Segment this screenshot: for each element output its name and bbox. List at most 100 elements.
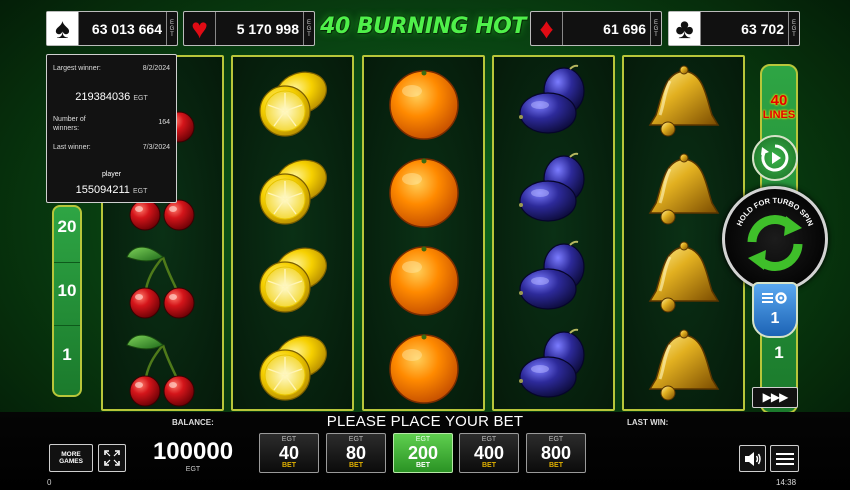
orange-icon [388,246,459,316]
bet-label: BET [549,462,563,469]
balance-value: 100000 [152,438,234,465]
bell-icon [648,329,719,401]
lemon-icon [258,159,327,225]
autoplay-icon [761,144,789,172]
bell-icon [648,241,719,313]
orange-icon [388,70,459,140]
cherry-symbol [103,323,222,411]
reel-3 [362,55,485,411]
bet-value: 80 [345,443,367,463]
orange-symbol [364,235,483,323]
egt-badge: EGT [650,12,661,45]
plum-symbol [494,235,613,323]
egt-badge: EGT [303,12,314,45]
line-number-right: 1 [774,343,784,362]
tooltip-value: 7/3/2024 [142,144,170,151]
sound-button[interactable] [739,445,766,472]
plum-symbol [494,59,613,147]
bell-icon [648,153,719,225]
lemon-symbol [233,59,352,147]
bet-button-80[interactable]: EGT 80 BET [326,433,386,473]
status-message: PLEASE PLACE YOUR BET [326,413,524,430]
line-number[interactable]: 10 [54,281,80,301]
tooltip-value: 164 [158,119,170,126]
plum-icon [518,152,585,222]
heart-icon: ♥ [184,12,216,45]
speaker-icon [744,451,761,466]
plum-icon [518,64,585,134]
bell-icon [648,65,719,137]
currency-label: EGT [132,188,148,195]
player-label: player [101,171,122,178]
egt-badge: EGT [788,12,799,45]
lines-word: LINES [762,109,796,121]
jackpot-heart: ♥ 5 170 998 EGT [183,11,315,46]
tooltip-value: 8/2/2024 [142,65,170,72]
bet-button-200[interactable]: EGT 200 BET [393,433,453,473]
orange-symbol [364,59,483,147]
bet-button-400[interactable]: EGT 400 BET [459,433,519,473]
credit-counter: 0 [47,478,52,487]
orange-icon [388,334,459,404]
bet-value: 800 [540,443,572,463]
jackpot-amount: 5 170 998 [236,20,299,37]
hamburger-icon [775,452,794,465]
cherry-symbol [103,235,222,323]
more-games-button[interactable]: MORE GAMES [49,444,93,472]
bet-label: BET [349,462,363,469]
fullscreen-button[interactable] [98,444,126,472]
currency-label: EGT [133,95,148,102]
line-number[interactable]: 1 [54,345,80,365]
cherry-icon [125,334,194,407]
bell-symbol [624,59,743,147]
lemon-symbol [233,235,352,323]
lemon-icon [258,71,327,137]
jackpot-club: ♣ 63 702 EGT [668,11,800,46]
largest-win-value: 219384036 [75,91,131,103]
more-games-label: MORE GAMES [59,451,83,465]
jackpot-amount: 61 696 [603,20,646,37]
game-logo: 40 BURNING HOT [320,14,526,39]
plum-icon [518,240,585,310]
lemon-symbol [233,147,352,235]
line-counter-left: 20 10 1 [52,205,82,397]
egt-badge: EGT [166,12,177,45]
jackpot-diamond: ♦ 61 696 EGT [530,11,662,46]
jackpot-amount: 63 013 664 [91,20,162,37]
spade-icon: ♠ [47,12,79,45]
game-screen: ♠ 63 013 664 EGT ♥ 5 170 998 EGT 40 BURN… [0,0,850,490]
tooltip-label: Number of winners: [53,116,86,132]
bet-label: BET [282,462,296,469]
orange-symbol [364,147,483,235]
lines-number: 40 [770,92,788,109]
fullscreen-icon [104,450,120,466]
last-winner-id: 155094211 EGT [47,184,176,196]
club-icon: ♣ [669,12,701,45]
line-number[interactable]: 20 [54,217,80,237]
bell-symbol [624,323,743,411]
largest-win-amount: 219384036 EGT [47,91,176,103]
reel-2 [231,55,354,411]
diamond-icon: ♦ [531,12,563,45]
bet-value: 40 [278,443,300,463]
menu-button[interactable] [770,445,799,472]
plum-icon [518,328,585,398]
player-id-value: 155094211 [75,184,130,196]
bet-value: 200 [407,443,439,463]
bet-button-800[interactable]: EGT 800 BET [526,433,586,473]
reel-4 [492,55,615,411]
speed-value: 1 [770,310,780,327]
bet-lines-button[interactable]: 1 [752,282,798,338]
turbo-button[interactable]: ▶▶▶ [752,387,798,408]
cherry-icon [125,246,194,319]
clock: 14:38 [776,478,797,487]
bet-label: BET [416,462,430,469]
plum-symbol [494,147,613,235]
autoplay-button[interactable] [752,135,798,181]
spin-button[interactable]: HOLD FOR TURBO SPIN [722,186,828,292]
bet-button-40[interactable]: EGT 40 BET [259,433,319,473]
spin-arrows-icon [747,215,803,271]
orange-icon [388,158,459,228]
bet-value: 400 [473,443,505,463]
lines-40-badge: 40 LINES [759,92,799,122]
